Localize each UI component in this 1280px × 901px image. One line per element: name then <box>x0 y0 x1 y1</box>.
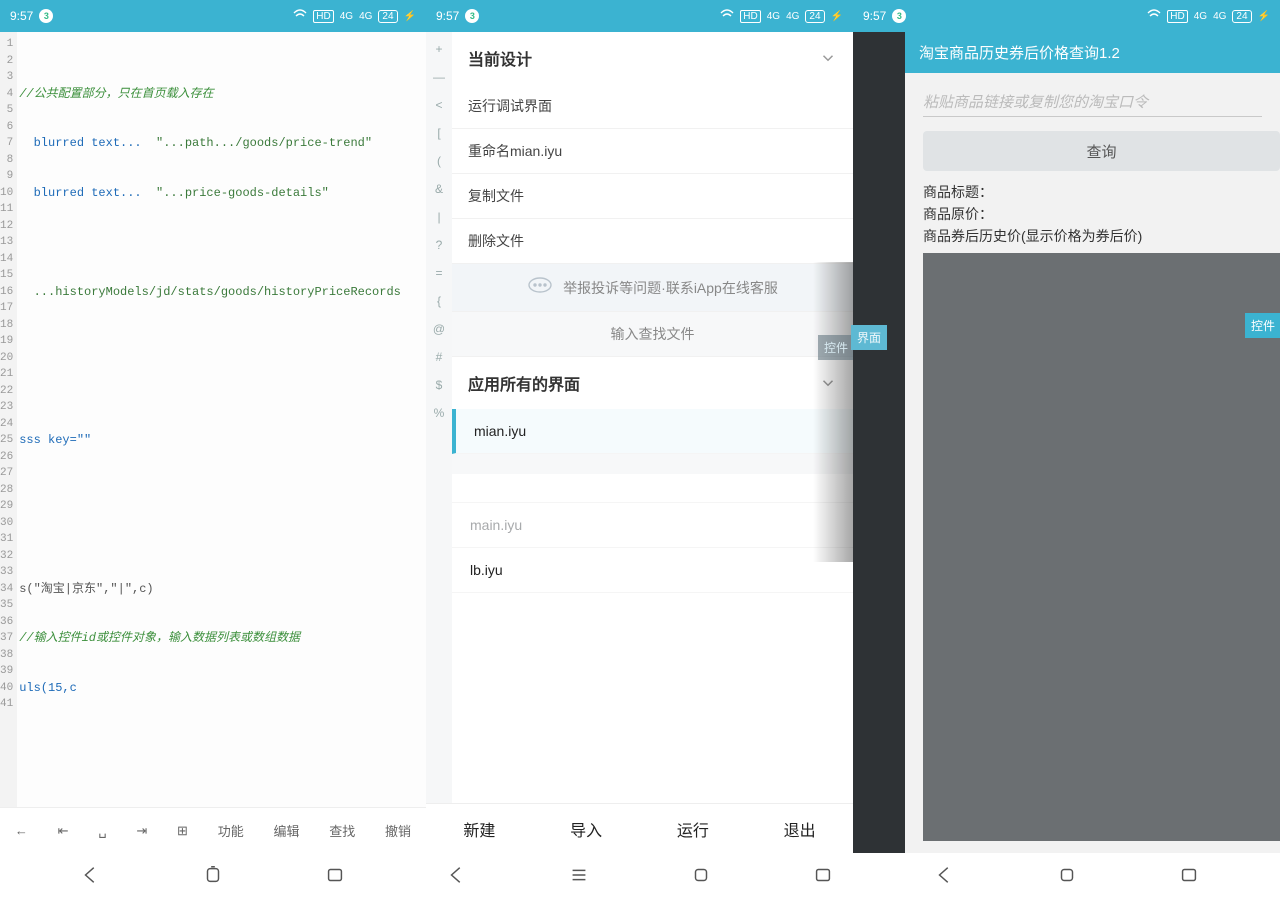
sym-pipe[interactable]: | <box>437 210 440 224</box>
nav-home-icon[interactable] <box>690 864 712 891</box>
charging-icon: ⚡ <box>404 11 416 22</box>
label-product-price: 商品原价： <box>923 203 1262 225</box>
item-run-debug[interactable]: 运行调试界面 <box>452 84 853 129</box>
app-preview: 淘宝商品历史券后价格查询1.2 粘贴商品链接或复制您的淘宝口令 查询 商品标题：… <box>905 32 1280 853</box>
symbol-strip: + — < [ ( & | ? = { @ # $ % <box>426 32 452 803</box>
status-time: 9:57 <box>10 9 33 23</box>
designer-left-rail <box>853 32 905 853</box>
customer-service[interactable]: 举报投诉等问题·联系iApp在线客服 <box>452 264 853 312</box>
status-bar: 9:57 3 HD 4G 4G 24 ⚡ <box>426 0 853 32</box>
file-item-mian[interactable]: mian.iyu <box>452 409 853 454</box>
sym-pct[interactable]: % <box>434 406 445 420</box>
nav-menu-icon[interactable] <box>568 864 590 891</box>
file-item-main[interactable]: main.iyu <box>452 503 853 548</box>
section-current-design[interactable]: 当前设计 <box>452 32 853 84</box>
system-nav-bar <box>853 853 1280 901</box>
taobao-token-input[interactable]: 粘贴商品链接或复制您的淘宝口令 <box>923 87 1262 117</box>
app-title-bar: 淘宝商品历史券后价格查询1.2 <box>905 32 1280 73</box>
sym-plus[interactable]: + <box>435 42 442 56</box>
btn-exit[interactable]: 退出 <box>784 817 816 841</box>
tool-space[interactable]: ␣ <box>98 823 106 839</box>
sym-amp[interactable]: & <box>435 182 443 196</box>
drawer-tab-widgets[interactable]: 控件 <box>1245 313 1280 338</box>
nav-back-icon[interactable] <box>80 864 102 891</box>
code-body[interactable]: //公共配置部分，只在首页载入存在 blurred text... "...pa… <box>17 32 426 807</box>
status-bar: 9:57 3 HD 4G 4G 24 ⚡ <box>853 0 1280 32</box>
label-history-price: 商品券后历史价(显示价格为券后价) <box>923 225 1262 247</box>
sym-minus[interactable]: — <box>433 70 445 84</box>
editor-toolbar: ← ⇤ ␣ ⇥ ⊞ 功能 编辑 查找 撤销 <box>0 807 426 853</box>
nav-home-icon[interactable] <box>202 864 224 891</box>
tool-revert[interactable]: 撤销 <box>385 821 411 840</box>
section-title: 当前设计 <box>468 46 532 70</box>
nav-recent-icon[interactable] <box>324 864 346 891</box>
signal1-icon: 4G <box>340 11 353 22</box>
system-nav-bar <box>0 853 426 901</box>
battery-icon: 24 <box>378 10 397 23</box>
tool-grid[interactable]: ⊞ <box>177 823 188 839</box>
file-item-lb[interactable]: lb.iyu <box>452 548 853 593</box>
query-button[interactable]: 查询 <box>923 131 1280 171</box>
tool-find[interactable]: 查找 <box>329 821 355 840</box>
tool-indent-left[interactable]: ⇤ <box>58 823 69 839</box>
drawer-tab-widgets[interactable]: 控件 <box>818 335 854 360</box>
sym-paren[interactable]: ( <box>437 154 441 168</box>
chevron-down-icon <box>819 374 837 392</box>
nav-back-icon[interactable] <box>446 864 468 891</box>
wifi-icon <box>1147 9 1161 24</box>
nav-back-icon[interactable] <box>934 864 956 891</box>
btn-import[interactable]: 导入 <box>570 817 602 841</box>
item-rename[interactable]: 重命名mian.iyu <box>452 129 853 174</box>
nav-recent-icon[interactable] <box>812 864 834 891</box>
wifi-icon <box>293 9 307 24</box>
nav-home-icon[interactable] <box>1056 864 1078 891</box>
status-bar: 9:57 3 HD 4G 4G 24 ⚡ <box>0 0 426 32</box>
sym-eq[interactable]: = <box>435 266 442 280</box>
drawer-tab-ui[interactable]: 界面 <box>851 325 887 350</box>
file-separator <box>452 454 853 474</box>
tool-undo-arrow[interactable]: ← <box>15 823 28 838</box>
line-gutter: 12345678910 11121314151617181920 2122232… <box>0 32 17 807</box>
btn-new[interactable]: 新建 <box>463 817 495 841</box>
code-line: //公共配置部分，只在首页载入存在 <box>19 86 426 103</box>
btn-run[interactable]: 运行 <box>677 817 709 841</box>
sym-lt[interactable]: < <box>435 98 442 112</box>
project-bottom-bar: 新建 导入 运行 退出 <box>426 803 853 853</box>
status-badge: 3 <box>39 9 53 23</box>
section-title: 应用所有的界面 <box>468 371 580 395</box>
nav-recent-icon[interactable] <box>1178 864 1200 891</box>
sym-dollar[interactable]: $ <box>436 378 443 392</box>
section-all-ui[interactable]: 应用所有的界面 <box>452 357 853 409</box>
hd-icon: HD <box>313 10 333 23</box>
tool-indent-right[interactable]: ⇥ <box>136 823 147 839</box>
sym-brace[interactable]: { <box>437 294 441 308</box>
wifi-icon <box>720 9 734 24</box>
signal2-icon: 4G <box>359 11 372 22</box>
tool-function[interactable]: 功能 <box>218 821 244 840</box>
file-item-blank[interactable] <box>452 474 853 503</box>
sym-at[interactable]: @ <box>433 322 445 336</box>
chevron-down-icon <box>819 49 837 67</box>
system-nav-bar <box>426 853 853 901</box>
sym-hash[interactable]: # <box>436 350 443 364</box>
tool-edit[interactable]: 编辑 <box>273 821 299 840</box>
item-delete-file[interactable]: 删除文件 <box>452 219 853 264</box>
label-product-title: 商品标题： <box>923 181 1262 203</box>
file-search-input[interactable]: 输入查找文件 <box>452 312 853 357</box>
price-history-area: 控件 <box>923 253 1280 841</box>
item-copy-file[interactable]: 复制文件 <box>452 174 853 219</box>
sym-q[interactable]: ? <box>436 238 443 252</box>
code-editor[interactable]: 12345678910 11121314151617181920 2122232… <box>0 32 426 807</box>
chat-bubble-icon <box>527 276 553 299</box>
sym-brkt[interactable]: [ <box>437 126 440 140</box>
